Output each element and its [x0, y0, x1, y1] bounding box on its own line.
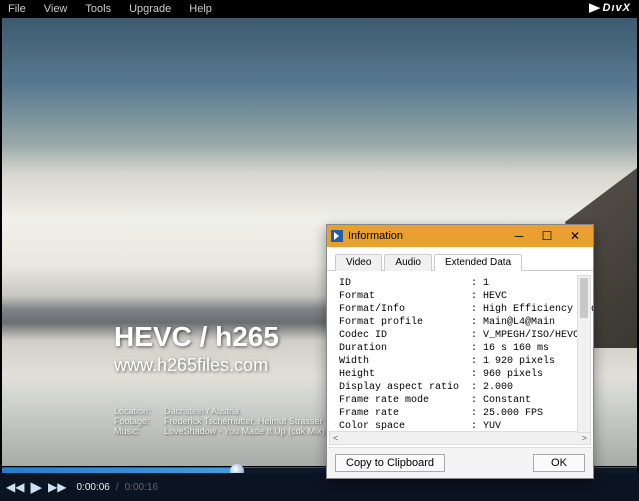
- property-key: Codec ID: [339, 329, 471, 342]
- credit-label: Footage:: [114, 416, 164, 426]
- property-row: Format/Info: High Efficiency Video: [339, 303, 589, 316]
- maximize-icon[interactable]: ☐: [533, 229, 561, 243]
- minimize-icon[interactable]: ─: [505, 229, 533, 243]
- time-current: 0:00:06: [76, 482, 109, 493]
- credit-row: Footage:Frederick Tschernutter, Helmut S…: [114, 416, 325, 426]
- prev-icon[interactable]: ◀◀: [6, 480, 24, 494]
- property-key: Frame rate mode: [339, 394, 471, 407]
- time-sep: /: [116, 482, 119, 493]
- ok-button[interactable]: OK: [533, 454, 585, 472]
- credit-row: Music:LoveShadow - You Made It Up (cdk M…: [114, 426, 325, 436]
- tab-video[interactable]: Video: [335, 254, 382, 271]
- property-row: Codec ID: V_MPEGH/ISO/HEVC: [339, 329, 589, 342]
- property-key: Width: [339, 355, 471, 368]
- menu-help[interactable]: Help: [189, 3, 212, 15]
- tab-audio[interactable]: Audio: [384, 254, 432, 271]
- next-icon[interactable]: ▶▶: [48, 480, 66, 494]
- property-key: Height: [339, 368, 471, 381]
- property-key: ID: [339, 277, 471, 290]
- tab-extended-data[interactable]: Extended Data: [434, 254, 522, 271]
- property-row: Format: HEVC: [339, 290, 589, 303]
- property-key: Duration: [339, 342, 471, 355]
- video-overlay-text: HEVC / h265 www.h265files.com: [114, 321, 279, 376]
- app-icon: [331, 230, 343, 242]
- video-title: HEVC / h265: [114, 321, 279, 353]
- property-row: Duration: 16 s 160 ms: [339, 342, 589, 355]
- tab-bar: Video Audio Extended Data: [327, 247, 593, 271]
- menu-file[interactable]: File: [8, 3, 26, 15]
- vertical-scrollbar[interactable]: [577, 275, 591, 433]
- property-value: 25.000 FPS: [483, 407, 543, 420]
- horizontal-scrollbar[interactable]: < >: [329, 431, 591, 445]
- credit-label: Music:: [114, 426, 164, 436]
- property-key: Format: [339, 290, 471, 303]
- property-key: Color space: [339, 420, 471, 431]
- property-value: 16 s 160 ms: [483, 342, 549, 355]
- property-row: Frame rate: 25.000 FPS: [339, 407, 589, 420]
- property-value: 960 pixels: [483, 368, 543, 381]
- property-row: Width: 1 920 pixels: [339, 355, 589, 368]
- credit-label: Location:: [114, 406, 164, 416]
- credit-value: Frederick Tschernutter, Helmut Strasser: [164, 416, 322, 426]
- property-row: Color space: YUV: [339, 420, 589, 431]
- property-key: Format/Info: [339, 303, 471, 316]
- time-total: 0:00:16: [125, 482, 158, 493]
- close-icon[interactable]: ✕: [561, 229, 589, 243]
- property-key: Frame rate: [339, 407, 471, 420]
- window-title: Information: [348, 230, 505, 242]
- property-row: Height: 960 pixels: [339, 368, 589, 381]
- window-titlebar[interactable]: Information ─ ☐ ✕: [327, 225, 593, 247]
- divx-logo: DıvX: [589, 2, 631, 14]
- dialog-buttons: Copy to Clipboard OK: [327, 447, 593, 478]
- property-row: ID: 1: [339, 277, 589, 290]
- play-icon[interactable]: ▶: [30, 478, 42, 496]
- property-value: V_MPEGH/ISO/HEVC: [483, 329, 579, 342]
- credit-value: LoveShadow - You Made It Up (cdk Mix): [164, 426, 325, 436]
- menu-tools[interactable]: Tools: [85, 3, 111, 15]
- info-body: ID: 1Format: HEVCFormat/Info: High Effic…: [327, 271, 593, 445]
- scroll-left-icon[interactable]: <: [333, 433, 338, 443]
- property-value: 1 920 pixels: [483, 355, 555, 368]
- menu-upgrade[interactable]: Upgrade: [129, 3, 171, 15]
- menu-view[interactable]: View: [44, 3, 68, 15]
- property-value: 2.000: [483, 381, 513, 394]
- property-value: Main@L4@Main: [483, 316, 555, 329]
- property-row: Format profile: Main@L4@Main: [339, 316, 589, 329]
- property-row: Frame rate mode: Constant: [339, 394, 589, 407]
- property-value: Constant: [483, 394, 531, 407]
- property-value: 1: [483, 277, 489, 290]
- property-key: Display aspect ratio: [339, 381, 471, 394]
- credit-value: Dachstein / Austria: [164, 406, 239, 416]
- information-window: Information ─ ☐ ✕ Video Audio Extended D…: [326, 224, 594, 479]
- property-list[interactable]: ID: 1Format: HEVCFormat/Info: High Effic…: [327, 271, 593, 431]
- property-row: Display aspect ratio: 2.000: [339, 381, 589, 394]
- credit-row: Location:Dachstein / Austria: [114, 406, 325, 416]
- menu-bar: File View Tools Upgrade Help: [0, 0, 639, 18]
- property-value: YUV: [483, 420, 501, 431]
- property-value: HEVC: [483, 290, 507, 303]
- copy-to-clipboard-button[interactable]: Copy to Clipboard: [335, 454, 445, 472]
- video-url: www.h265files.com: [114, 355, 279, 376]
- scroll-right-icon[interactable]: >: [582, 433, 587, 443]
- video-credits: Location:Dachstein / AustriaFootage:Fred…: [114, 406, 325, 436]
- property-key: Format profile: [339, 316, 471, 329]
